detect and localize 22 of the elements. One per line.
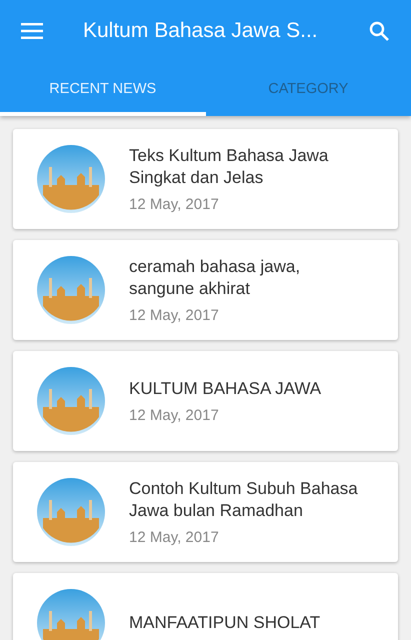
article-date: 12 May, 2017 bbox=[129, 529, 220, 546]
article-title: Contoh Kultum Subuh Bahasa Jawa bulan Ramadhan bbox=[129, 478, 358, 522]
mosque-photo-placeholder bbox=[37, 478, 105, 546]
article-title: Teks Kultum Bahasa Jawa Singkat dan Jelas bbox=[129, 145, 330, 189]
mosque-photo-placeholder bbox=[37, 145, 105, 213]
article-date: 12 May, 2017 bbox=[129, 307, 220, 324]
article-card[interactable]: KULTUM BAHASA JAWA 12 May, 2017 bbox=[13, 351, 398, 451]
article-title: ceramah bahasa jawa, sangune akhirat bbox=[129, 256, 302, 300]
article-title: MANFAATIPUN SHOLAT bbox=[129, 612, 320, 634]
article-card[interactable]: Teks Kultum Bahasa Jawa Singkat dan Jelas 12 May, 2017 bbox=[13, 129, 398, 229]
mosque-photo-placeholder bbox=[37, 256, 105, 324]
article-card[interactable]: MANFAATIPUN SHOLAT bbox=[13, 573, 398, 640]
article-title: KULTUM BAHASA JAWA bbox=[129, 378, 322, 400]
search-icon[interactable] bbox=[369, 21, 389, 41]
app-title: Kultum Bahasa Jawa S... bbox=[82, 19, 319, 43]
article-date: 12 May, 2017 bbox=[129, 407, 220, 424]
article-card[interactable]: ceramah bahasa jawa, sangune akhirat 12 May, 2017 bbox=[13, 240, 398, 340]
menu-icon[interactable] bbox=[21, 23, 43, 39]
mosque-photo-placeholder bbox=[37, 367, 105, 435]
article-date: 12 May, 2017 bbox=[129, 196, 220, 213]
article-card[interactable]: Contoh Kultum Subuh Bahasa Jawa bulan Ramadhan 12 May, 2017 bbox=[13, 462, 398, 562]
mosque-photo-placeholder bbox=[37, 589, 105, 640]
